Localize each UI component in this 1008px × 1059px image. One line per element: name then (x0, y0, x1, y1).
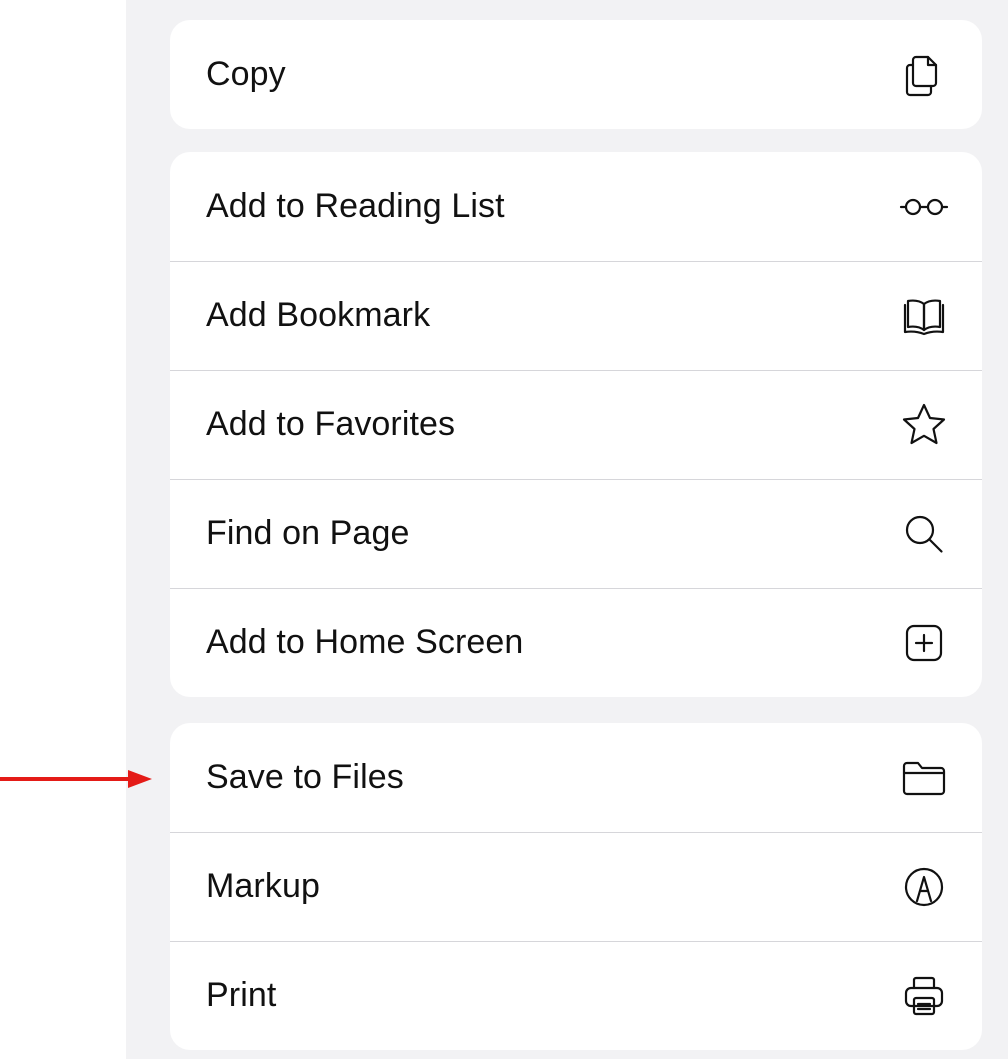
annotation-arrow (0, 764, 152, 794)
action-label: Add Bookmark (206, 296, 431, 334)
action-add-to-home-screen[interactable]: Add to Home Screen (170, 588, 982, 697)
star-icon (896, 397, 952, 453)
action-label: Markup (206, 867, 320, 905)
plus-square-icon (896, 615, 952, 671)
copy-icon (896, 47, 952, 103)
book-icon (896, 288, 952, 344)
action-label: Add to Home Screen (206, 623, 524, 661)
action-copy[interactable]: Copy (170, 20, 982, 129)
actions-group-page: Add to Reading List Add Bookmark Add to … (170, 152, 982, 697)
action-add-to-favorites[interactable]: Add to Favorites (170, 370, 982, 479)
actions-group-copy: Copy (170, 20, 982, 129)
folder-icon (896, 750, 952, 806)
action-markup[interactable]: Markup (170, 832, 982, 941)
action-find-on-page[interactable]: Find on Page (170, 479, 982, 588)
search-icon (896, 506, 952, 562)
action-print[interactable]: Print (170, 941, 982, 1050)
glasses-icon (896, 179, 952, 235)
markup-pen-icon (896, 859, 952, 915)
action-label: Copy (206, 55, 286, 93)
action-save-to-files[interactable]: Save to Files (170, 723, 982, 832)
action-label: Find on Page (206, 514, 410, 552)
printer-icon (896, 968, 952, 1024)
actions-group-export: Save to Files Markup Print (170, 723, 982, 1050)
action-label: Add to Favorites (206, 405, 456, 443)
action-label: Print (206, 976, 277, 1014)
action-label: Save to Files (206, 758, 404, 796)
action-label: Add to Reading List (206, 187, 505, 225)
share-sheet-screen: Copy Add to Reading List Add Bookmark Ad… (0, 0, 1008, 1059)
action-add-to-reading-list[interactable]: Add to Reading List (170, 152, 982, 261)
action-add-bookmark[interactable]: Add Bookmark (170, 261, 982, 370)
